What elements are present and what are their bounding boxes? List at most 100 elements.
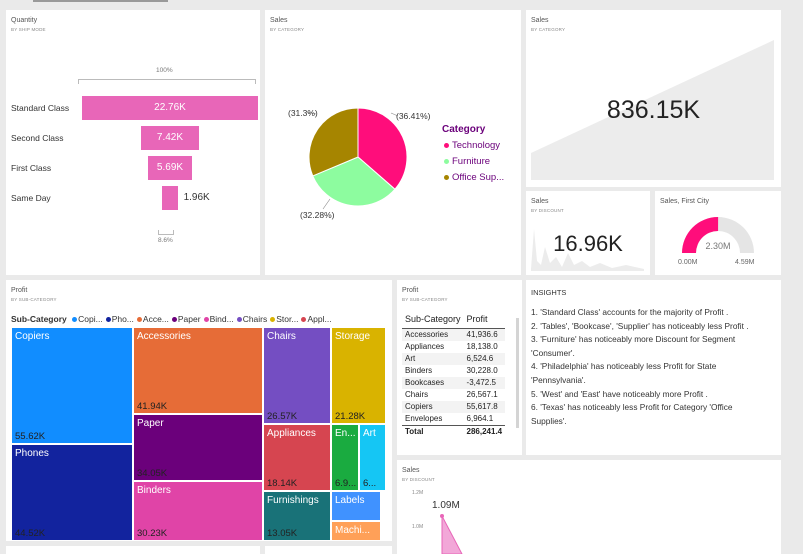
- sales-discount-chart-tile[interactable]: Sales BY DISCOUNT 1.2M 1.0M 1.09M: [397, 460, 781, 554]
- treemap-legend-label: Paper: [177, 314, 201, 324]
- table-row[interactable]: Copiers 55,617.8: [402, 400, 506, 413]
- profit-treemap-tile[interactable]: Profit BY SUB-CATEGORY Sub-Category Copi…: [6, 280, 392, 541]
- treemap-legend-item[interactable]: Appl...: [301, 314, 332, 324]
- treemap-cell-label: Accessories: [137, 331, 191, 342]
- treemap-cell-label: Chairs: [267, 331, 296, 342]
- quantity-funnel-tile[interactable]: Quantity BY SHIP MODE 100% Standard Clas…: [6, 10, 260, 275]
- funnel-row-label: Same Day: [11, 193, 51, 203]
- legend-dot-icon: [72, 317, 78, 323]
- gauge-max: 4.59M: [735, 259, 755, 266]
- table-row[interactable]: Appliances 18,138.0: [402, 340, 506, 353]
- table-cell-subcategory: Copiers: [405, 402, 433, 411]
- treemap-cell[interactable]: Furnishings 13.05K: [263, 491, 331, 541]
- treemap-cell[interactable]: En... 6.9...: [331, 424, 359, 491]
- funnel-top-bracket: [78, 79, 256, 84]
- funnel-bar-value: 5.69K: [156, 162, 184, 173]
- profit-table: Sub-Category Profit Accessories 41,936.6 A…: [402, 311, 506, 438]
- table-row[interactable]: Chairs 26,567.1: [402, 388, 506, 401]
- treemap-legend-item[interactable]: Paper: [171, 314, 201, 324]
- gauge-chart: [682, 217, 754, 253]
- table-row[interactable]: Binders 30,228.0: [402, 364, 506, 377]
- treemap-cell-label: Paper: [137, 418, 164, 429]
- profit-table-tile[interactable]: Profit BY SUB-CATEGORY Sub-Category Prof…: [397, 280, 522, 455]
- table-row[interactable]: Envelopes 6,964.1: [402, 412, 506, 425]
- insight-line: 3. 'Furniture' has noticeably more Disco…: [531, 334, 736, 358]
- table-cell-profit: 6,524.6: [466, 354, 494, 363]
- sales-category-card[interactable]: Sales BY CATEGORY 836.15K: [526, 10, 781, 187]
- sales-discount-card[interactable]: Sales BY DISCOUNT 16.96K: [526, 191, 650, 275]
- table-cell-profit: 55,617.8: [466, 402, 498, 411]
- funnel-subtitle: BY SHIP MODE: [11, 27, 46, 32]
- funnel-row-label: Standard Class: [11, 103, 70, 113]
- pie-legend-item[interactable]: Office Sup...: [444, 172, 504, 188]
- column-header-profit[interactable]: Profit: [464, 311, 506, 328]
- treemap-legend-label: Acce...: [142, 314, 169, 324]
- table-cell-subcategory: Accessories: [405, 330, 449, 339]
- funnel-bar[interactable]: 5.69K: [148, 156, 192, 180]
- sales-pie-tile[interactable]: Sales BY CATEGORY (31.3%) (36.41%) (32.2…: [265, 10, 521, 275]
- treemap-cell[interactable]: Machi...: [331, 521, 381, 541]
- funnel-bottom-pct: 8.6%: [158, 237, 173, 244]
- treemap-legend-label: Copi...: [78, 314, 103, 324]
- pie-legend-item[interactable]: Furniture: [444, 156, 504, 172]
- legend-dot-icon: [105, 317, 111, 323]
- first-city-gauge-tile[interactable]: Sales, First City 2.30M 0.00M 4.59M: [655, 191, 781, 275]
- funnel-bar[interactable]: 22.76K: [82, 96, 258, 120]
- table-cell-profit: -3,472.5: [466, 378, 496, 387]
- treemap-cell-label: Storage: [335, 331, 371, 342]
- table-cell-profit: 18,138.0: [466, 342, 498, 351]
- funnel-bar-value: 1.96K: [183, 192, 210, 203]
- pie-legend-label: Technology: [452, 140, 501, 151]
- treemap-cell[interactable]: Storage 21.28K: [331, 327, 386, 424]
- table-cell-subcategory: Chairs: [405, 390, 429, 399]
- table-cell-subcategory: Bookcases: [405, 378, 445, 387]
- insight-line: 1. 'Standard Class' accounts for the maj…: [531, 307, 729, 317]
- treemap-cell-value: 26.57K: [267, 411, 298, 422]
- treemap-cell-value: 55.62K: [15, 431, 46, 442]
- treemap-cell[interactable]: Labels: [331, 491, 381, 521]
- treemap-cell[interactable]: Chairs 26.57K: [263, 327, 331, 424]
- treemap-chart[interactable]: Copiers 55.62K Phones 44.52K Accessories 41.9…: [11, 327, 387, 541]
- treemap-cell[interactable]: Appliances 18.14K: [263, 424, 331, 491]
- treemap-cell-value: 41.94K: [137, 401, 168, 412]
- table-row[interactable]: Accessories 41,936.6: [402, 328, 506, 341]
- table-scrollbar[interactable]: [516, 318, 519, 428]
- treemap-cell[interactable]: Paper 34.05K: [133, 414, 263, 481]
- table-cell-subcategory: Art: [405, 354, 416, 363]
- treemap-legend-item[interactable]: Bind...: [203, 314, 234, 324]
- pie-legend-item[interactable]: Technology: [444, 140, 504, 156]
- treemap-legend-item[interactable]: Pho...: [105, 314, 134, 324]
- insights-tile[interactable]: INSIGHTS 1. 'Standard Class' accounts fo…: [526, 280, 781, 455]
- table-cell-subcategory: Binders: [405, 366, 433, 375]
- treemap-legend-item[interactable]: Stor...: [270, 314, 298, 324]
- treemap-legend-label: Appl...: [307, 314, 332, 324]
- treemap-cell-label: Machi...: [335, 525, 371, 536]
- table-row[interactable]: Bookcases -3,472.5: [402, 376, 506, 389]
- insight-line: 2. 'Tables', 'Bookcase', 'Supplier' has …: [531, 320, 749, 331]
- treemap-legend-label: Pho...: [111, 314, 134, 324]
- legend-dot-icon: [171, 317, 177, 323]
- treemap-cell[interactable]: Copiers 55.62K: [11, 327, 133, 444]
- treemap-cell[interactable]: Accessories 41.94K: [133, 327, 263, 414]
- funnel-row-label: Second Class: [11, 133, 64, 143]
- table-row[interactable]: Art 6,524.6: [402, 352, 506, 365]
- column-header-subcategory[interactable]: Sub-Category: [402, 311, 464, 328]
- table-cell-profit: 41,936.6: [466, 330, 498, 339]
- table-cell-profit: 6,964.1: [466, 414, 494, 423]
- legend-dot-icon: [444, 174, 449, 180]
- treemap-cell-value: 6.9...: [335, 478, 357, 489]
- treemap-legend-item[interactable]: Copi...: [72, 314, 103, 324]
- funnel-bar[interactable]: 7.42K: [141, 126, 199, 150]
- treemap-cell-label: Labels: [335, 495, 365, 506]
- treemap-cell[interactable]: Art 6...: [359, 424, 386, 491]
- treemap-cell-value: 18.14K: [267, 478, 298, 489]
- table-cell-profit: 26,567.1: [466, 390, 498, 399]
- treemap-cell-label: Phones: [15, 448, 49, 459]
- treemap-legend-item[interactable]: Acce...: [136, 314, 169, 324]
- treemap-cell[interactable]: Phones 44.52K: [11, 444, 133, 541]
- treemap-cell[interactable]: Binders 30.23K: [133, 481, 263, 541]
- treemap-legend-item[interactable]: Chairs: [236, 314, 267, 324]
- funnel-bar[interactable]: [162, 186, 178, 210]
- treemap-legend-label: Stor...: [276, 314, 299, 324]
- funnel-bar-value: 22.76K: [154, 102, 186, 113]
